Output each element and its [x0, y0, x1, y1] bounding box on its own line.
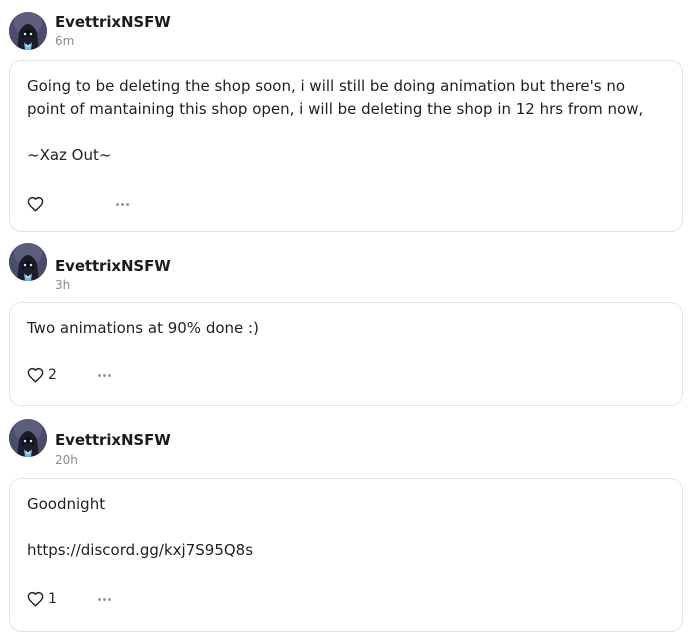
post-header: EvettrixNSFW 6m: [0, 0, 689, 52]
author-name[interactable]: EvettrixNSFW: [55, 13, 171, 31]
post-timestamp: 3h: [55, 278, 71, 292]
post-actions: 1: [27, 574, 682, 622]
more-options-button[interactable]: [111, 193, 133, 215]
post-timestamp: 20h: [55, 453, 78, 467]
author-name[interactable]: EvettrixNSFW: [55, 431, 171, 449]
avatar[interactable]: [9, 419, 47, 457]
post-card: Going to be deleting the shop soon, i wi…: [9, 60, 683, 232]
post-actions: [27, 179, 682, 227]
post-body: Goodnight https://discord.gg/kxj7S95Q8s: [10, 479, 682, 562]
author-name[interactable]: EvettrixNSFW: [55, 257, 171, 275]
heart-icon: [27, 591, 44, 607]
like-button[interactable]: [27, 193, 48, 215]
post-body: Going to be deleting the shop soon, i wi…: [10, 61, 682, 167]
avatar[interactable]: [9, 12, 47, 50]
post-feed: EvettrixNSFW 6m Going to be deleting the…: [0, 0, 689, 638]
post: EvettrixNSFW 20h Goodnight https://disco…: [0, 409, 689, 638]
post-body: Two animations at 90% done :): [10, 303, 682, 340]
post-timestamp: 6m: [55, 34, 75, 48]
avatar[interactable]: [9, 243, 47, 281]
post-header: EvettrixNSFW 3h: [0, 233, 689, 292]
more-options-icon: [115, 202, 119, 206]
like-button[interactable]: 2: [27, 364, 57, 386]
post-card: Two animations at 90% done :) 2: [9, 302, 683, 406]
post-header: EvettrixNSFW 20h: [0, 409, 689, 467]
post: EvettrixNSFW 3h Two animations at 90% do…: [0, 233, 689, 409]
like-button[interactable]: 1: [27, 588, 57, 610]
post-text: Going to be deleting the shop soon, i wi…: [27, 77, 644, 118]
heart-icon: [27, 367, 44, 383]
like-count: 1: [48, 591, 57, 607]
post-card: Goodnight https://discord.gg/kxj7S95Q8s …: [9, 478, 683, 632]
post-actions: 2: [27, 350, 682, 398]
post-link[interactable]: https://discord.gg/kxj7S95Q8s: [27, 539, 665, 562]
post-text: Goodnight: [27, 495, 106, 513]
more-options-button[interactable]: [93, 588, 115, 610]
post: EvettrixNSFW 6m Going to be deleting the…: [0, 0, 689, 233]
more-options-icon: [97, 373, 101, 377]
more-options-icon: [97, 597, 101, 601]
post-text: Two animations at 90% done :): [27, 319, 259, 337]
heart-icon: [27, 196, 44, 212]
like-count: 2: [48, 367, 57, 383]
more-options-button[interactable]: [93, 364, 115, 386]
post-text: ~Xaz Out~: [27, 146, 112, 164]
